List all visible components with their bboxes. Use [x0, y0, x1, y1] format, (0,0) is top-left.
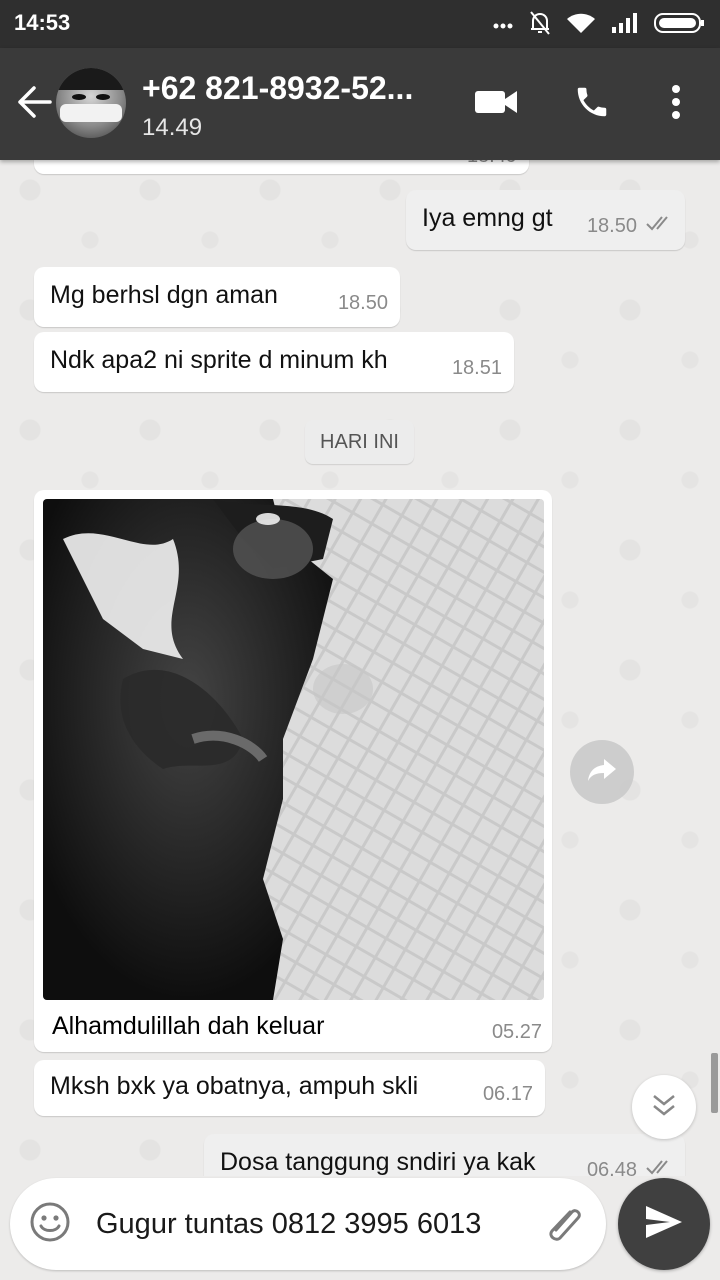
message-text: Iya emng gt: [422, 204, 553, 232]
scroll-to-bottom-button[interactable]: [632, 1075, 696, 1139]
forward-icon: [586, 757, 618, 788]
video-call-button[interactable]: [472, 82, 520, 126]
emoji-icon: [29, 1201, 71, 1248]
double-chevron-down-icon: [650, 1092, 678, 1123]
message-text: Dosa tanggung sndiri ya kak: [220, 1148, 536, 1176]
date-separator: HARI INI: [305, 420, 414, 464]
message-text: Mksh bxk ya obatnya, ampuh skli: [50, 1072, 419, 1100]
message-text: Mg berhsl dgn aman: [50, 281, 278, 309]
message-bubble-outgoing[interactable]: Dosa tanggung sndiri ya kak 06.48: [204, 1134, 685, 1176]
scrollbar-thumb[interactable]: [711, 1053, 718, 1113]
avatar-eye-right: [96, 94, 110, 100]
contact-name[interactable]: +62 821-8932-52...: [142, 70, 413, 107]
message-bubble-incoming[interactable]: Mksh bxk ya obatnya, ampuh skli 06.17: [34, 1060, 545, 1116]
double-check-icon: [645, 1158, 673, 1176]
send-icon: [644, 1204, 684, 1245]
contact-last-seen: 14.49: [142, 114, 203, 141]
phone-icon: [573, 83, 611, 126]
message-time: 05.27: [491, 1021, 542, 1043]
message-time: 06.48: [586, 1158, 637, 1177]
send-button[interactable]: [618, 1178, 710, 1270]
status-bar: 14:53: [0, 0, 720, 48]
message-bubble-incoming[interactable]: Mg berhsl dgn aman 18.50: [34, 267, 400, 327]
back-arrow-icon: [16, 85, 52, 123]
message-photo[interactable]: [43, 499, 544, 1000]
message-bubble-incoming[interactable]: Ndk apa2 ni sprite d minum kh 18.51: [34, 332, 514, 392]
message-bubble-incoming[interactable]: 18.49: [34, 160, 529, 174]
chat-area[interactable]: 18.49 Iya emng gt 18.50 Mg berhsl dgn am…: [0, 160, 720, 1176]
image-caption: Alhamdulillah dah keluar: [52, 1012, 325, 1040]
status-time: 14:53: [14, 10, 71, 35]
video-call-icon: [474, 88, 518, 121]
attach-button[interactable]: [540, 1200, 588, 1248]
message-bubble-outgoing[interactable]: Iya emng gt 18.50: [406, 190, 685, 250]
bell-off-icon: [528, 10, 552, 36]
overflow-menu-icon: [670, 84, 682, 125]
attach-icon: [542, 1200, 586, 1249]
message-text: Ndk apa2 ni sprite d minum kh: [50, 346, 388, 374]
status-icons: [492, 10, 706, 36]
avatar-mask: [60, 104, 122, 122]
forward-button[interactable]: [570, 740, 634, 804]
image-message-bubble[interactable]: Alhamdulillah dah keluar 05.27: [34, 490, 552, 1052]
wifi-icon: [566, 11, 596, 35]
message-time: 18.50: [586, 214, 637, 237]
avatar-eye-left: [72, 94, 86, 100]
message-meta: 06.48: [587, 1158, 673, 1176]
double-check-icon: [645, 214, 673, 238]
message-time: 18.49: [467, 160, 517, 168]
back-button[interactable]: [12, 82, 56, 126]
overflow-menu-button[interactable]: [652, 82, 700, 126]
signal-icon: [610, 11, 640, 35]
message-input[interactable]: Gugur tuntas 0812 3995 6013: [96, 1208, 481, 1241]
message-meta: 18.50: [587, 214, 673, 238]
voice-call-button[interactable]: [568, 82, 616, 126]
message-composer[interactable]: Gugur tuntas 0812 3995 6013: [10, 1178, 606, 1270]
message-time: 06.17: [482, 1083, 533, 1105]
message-time: 18.50: [337, 292, 388, 314]
more-dots-icon: [492, 12, 514, 34]
avatar-hair: [56, 68, 126, 90]
emoji-button[interactable]: [28, 1202, 72, 1246]
battery-icon: [654, 11, 706, 35]
avatar[interactable]: [56, 68, 126, 138]
message-time: 18.51: [451, 357, 502, 379]
chat-header: +62 821-8932-52... 14.49: [0, 48, 720, 160]
